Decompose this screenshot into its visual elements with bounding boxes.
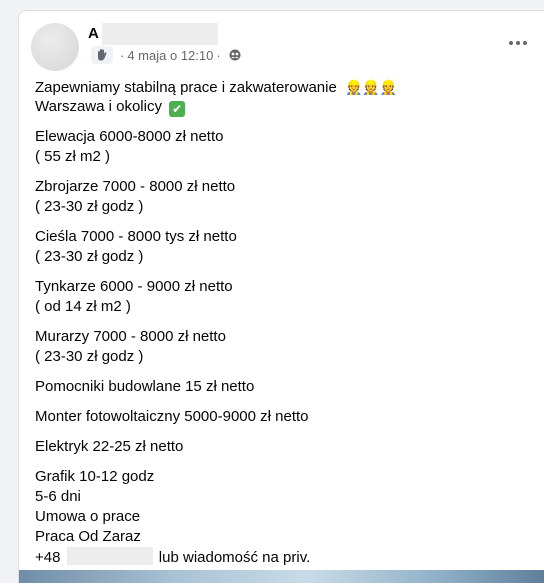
- location-text: Warszawa i okolicy: [35, 98, 162, 115]
- post-card: A · 4 maja o 12:10 · Zapewniamy stabilną…: [18, 10, 544, 583]
- phone-prefix: +48: [35, 549, 61, 566]
- wave-hand-icon[interactable]: [91, 46, 113, 64]
- contact-line: +48 lub wiadomość na priv.: [35, 547, 535, 567]
- job-title: Zbrojarze 7000 - 8000 zł netto: [35, 178, 236, 195]
- info-line: Umowa o prace: [35, 508, 141, 525]
- job-detail: ( 55 zł m2 ): [35, 148, 111, 165]
- intro-text: Zapewniamy stabilną prace i zakwaterowan…: [35, 79, 337, 96]
- job-title: Elewacja 6000-8000 zł netto: [35, 128, 224, 145]
- post-meta: · 4 maja o 12:10 ·: [91, 45, 241, 65]
- post-body: Zapewniamy stabilną prace i zakwaterowan…: [35, 77, 535, 567]
- author-avatar[interactable]: [31, 23, 79, 71]
- more-dots-icon[interactable]: [504, 33, 532, 53]
- author-name[interactable]: A: [88, 25, 99, 42]
- friends-icon[interactable]: [229, 49, 241, 61]
- job-title: Tynkarze 6000 - 9000 zł netto: [35, 278, 233, 295]
- job-single: Elektryk 22-25 zł netto: [35, 438, 184, 455]
- job-single: Pomocniki budowlane 15 zł netto: [35, 378, 255, 395]
- job-detail: ( od 14 zł m2 ): [35, 298, 131, 315]
- job-detail: ( 23-30 zł godz ): [35, 198, 144, 215]
- job-title: Murarzy 7000 - 8000 zł netto: [35, 328, 226, 345]
- contact-suffix: lub wiadomość na priv.: [158, 549, 311, 566]
- post-image[interactable]: [19, 570, 544, 583]
- info-line: Praca Od Zaraz: [35, 528, 141, 545]
- info-line: Grafik 10-12 godz: [35, 468, 155, 485]
- job-title: Cieśla 7000 - 8000 tys zł netto: [35, 228, 237, 245]
- meta-separator: ·: [216, 47, 221, 63]
- intro-line: Zapewniamy stabilną prace i zakwaterowan…: [35, 77, 535, 97]
- post-date[interactable]: 4 maja o 12:10: [127, 48, 213, 63]
- phone-redaction: [66, 547, 153, 565]
- job-single: Monter fotowoltaiczny 5000-9000 zł netto: [35, 408, 309, 425]
- worker-emoji-icon: 👷👷👷: [345, 79, 398, 95]
- check-mark-icon: ✔: [169, 101, 186, 117]
- meta-separator: ·: [120, 47, 125, 63]
- location-line: Warszawa i okolicy ✔: [35, 97, 535, 117]
- job-detail: ( 23-30 zł godz ): [35, 248, 144, 265]
- job-detail: ( 23-30 zł godz ): [35, 348, 144, 365]
- info-line: 5-6 dni: [35, 488, 81, 505]
- author-name-redaction: [102, 23, 218, 45]
